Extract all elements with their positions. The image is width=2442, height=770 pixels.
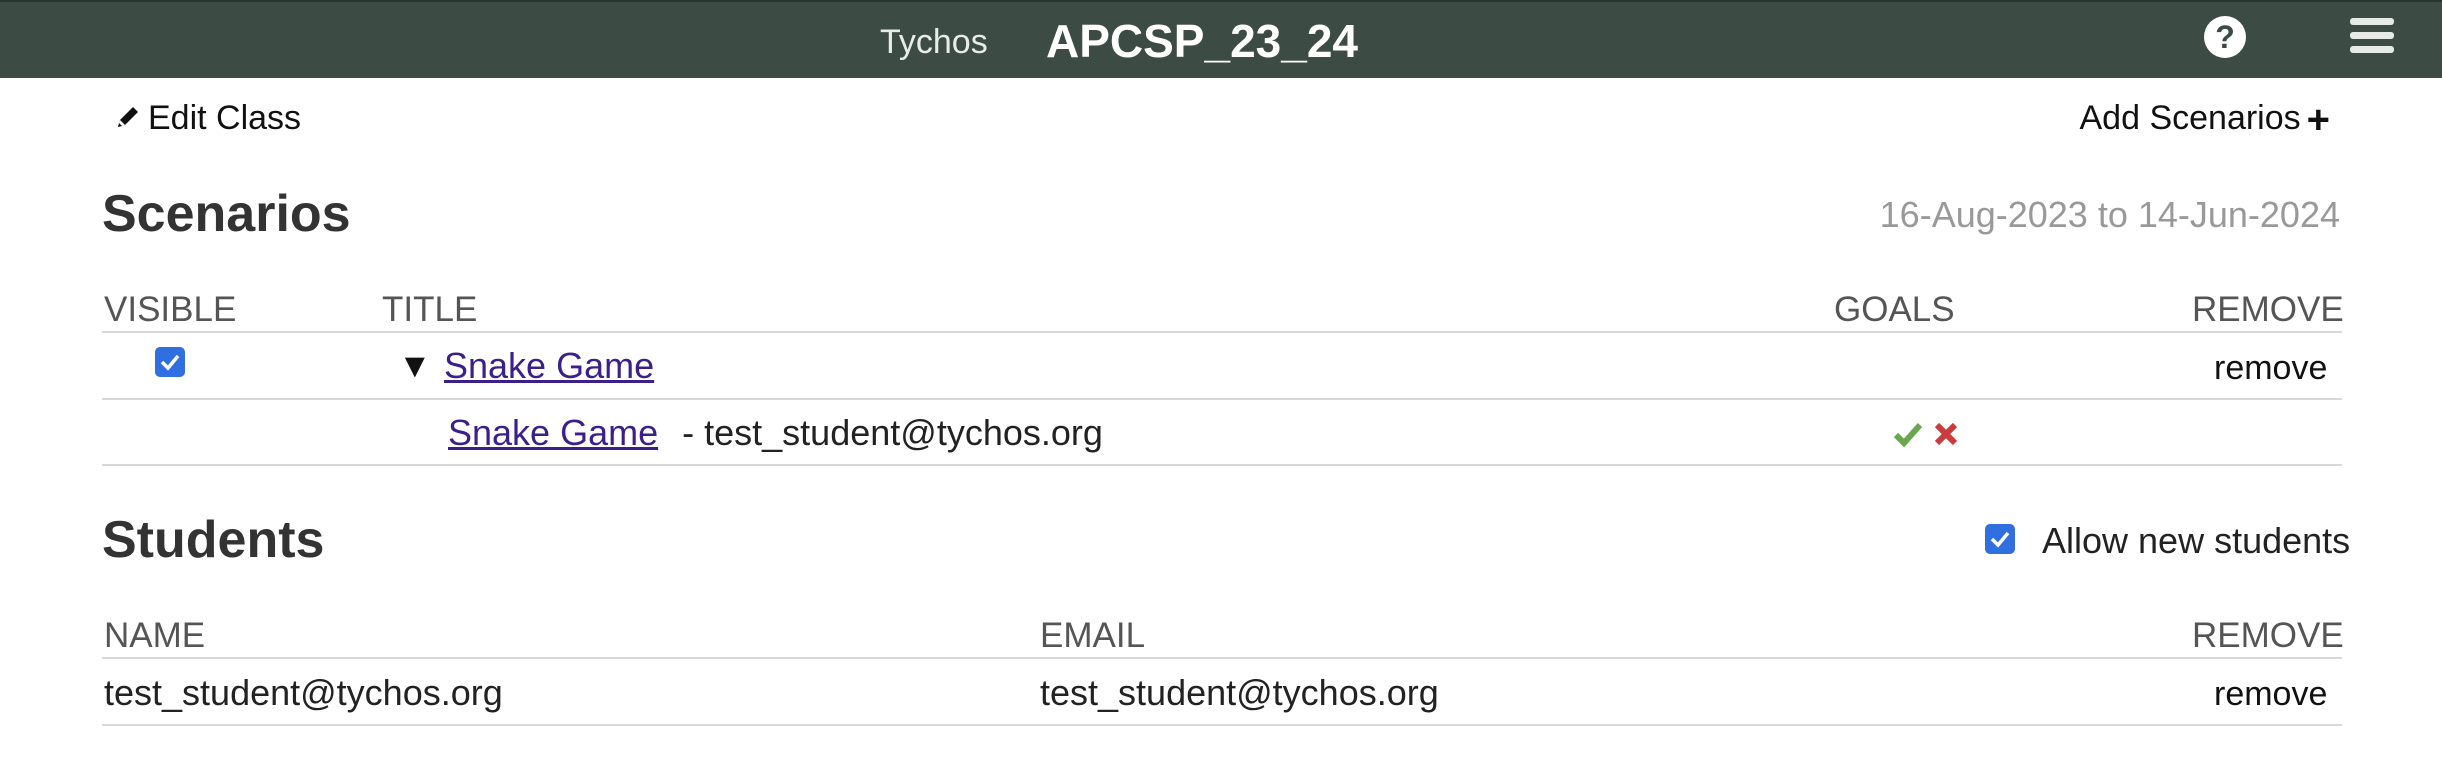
scenario-link[interactable]: Snake Game (444, 345, 654, 386)
hamburger-menu-icon[interactable] (2350, 18, 2394, 56)
help-icon[interactable]: ? (2204, 16, 2246, 58)
brand-label[interactable]: Tychos (880, 22, 988, 62)
students-heading: Students (102, 511, 325, 569)
column-header-goals: GOALS (1834, 290, 1955, 329)
add-scenarios-label: Add Scenarios (2079, 99, 2301, 137)
submission-row: Snake Game - test_student@tychos.org (448, 412, 1103, 454)
row-divider (102, 724, 2342, 726)
scenarios-heading: Scenarios (102, 185, 351, 243)
row-divider (102, 398, 2342, 400)
scenario-title-link[interactable]: Snake Game (444, 345, 654, 387)
column-header-email: EMAIL (1040, 616, 1146, 655)
remove-scenario-button[interactable]: remove (2214, 348, 2327, 388)
column-header-title: TITLE (382, 290, 478, 329)
allow-new-students-checkbox[interactable] (1985, 524, 2015, 554)
pencil-icon (118, 107, 138, 127)
allow-new-students-label[interactable]: Allow new students (2042, 520, 2350, 562)
column-header-visible: VISIBLE (104, 290, 237, 329)
submission-scenario-link[interactable]: Snake Game (448, 412, 658, 453)
student-email: test_student@tychos.org (1040, 672, 1439, 713)
edit-class-button[interactable]: Edit Class (114, 98, 301, 138)
goal-failed-icon (1934, 422, 1958, 446)
submission-student: - test_student@tychos.org (682, 412, 1103, 453)
add-scenarios-button[interactable]: Add Scenarios + (2080, 98, 2331, 140)
column-header-remove: REMOVE (2192, 290, 2344, 329)
top-navigation-bar: Tychos APCSP_23_24 ? (0, 0, 2442, 78)
scenarios-header-divider (102, 331, 2342, 333)
expand-toggle-icon[interactable]: ▼ (398, 346, 432, 386)
goal-passed-icon (1893, 423, 1923, 448)
plus-icon: + (2306, 98, 2330, 142)
edit-class-label: Edit Class (148, 99, 302, 137)
student-name: test_student@tychos.org (104, 672, 503, 713)
class-title: APCSP_23_24 (1046, 15, 1358, 67)
row-divider (102, 464, 2342, 466)
remove-student-button[interactable]: remove (2214, 674, 2327, 714)
column-header-remove: REMOVE (2192, 616, 2344, 655)
students-header-divider (102, 657, 2342, 659)
scenario-visible-checkbox[interactable] (155, 347, 185, 377)
class-date-range: 16-Aug-2023 to 14-Jun-2024 (1879, 194, 2340, 235)
column-header-name: NAME (104, 616, 206, 655)
